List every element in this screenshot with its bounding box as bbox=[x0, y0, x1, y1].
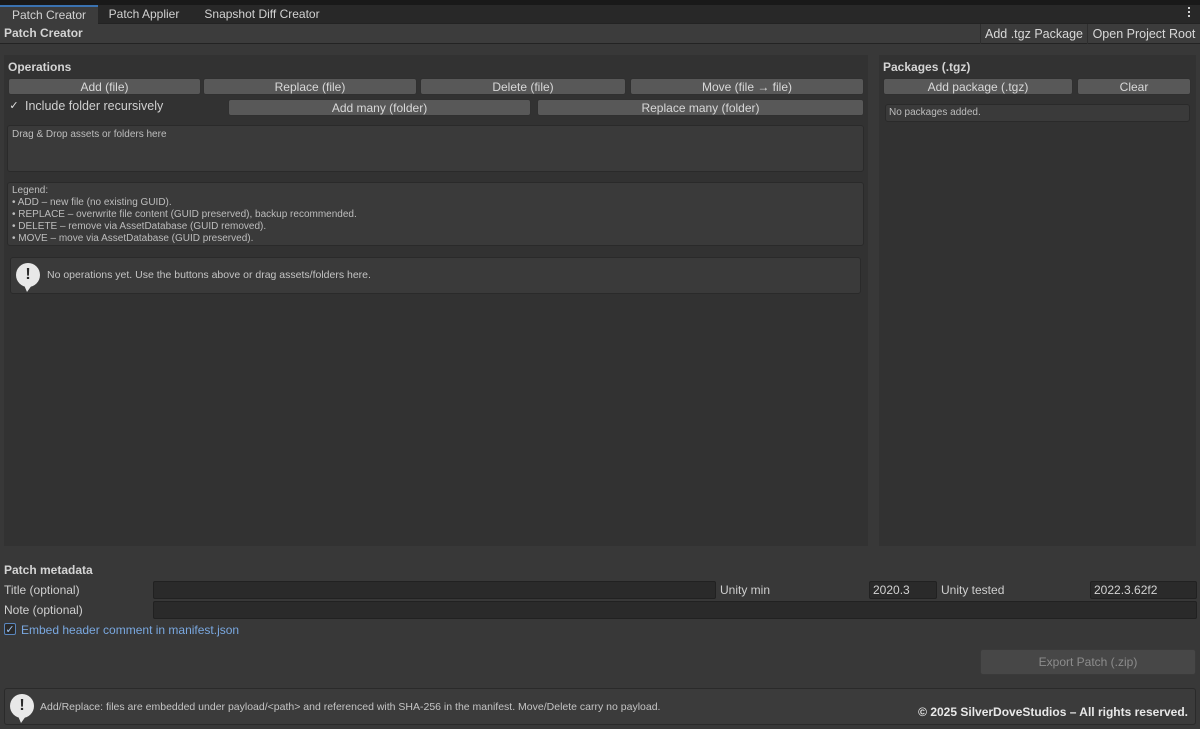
note-input[interactable] bbox=[153, 601, 1197, 619]
include-recursive-label: Include folder recursively bbox=[25, 99, 164, 113]
add-many-folder-button[interactable]: Add many (folder) bbox=[228, 99, 531, 116]
add-file-button[interactable]: Add (file) bbox=[8, 78, 201, 95]
packages-empty-message: No packages added. bbox=[889, 107, 981, 118]
empty-operations-helpbox: ! No operations yet. Use the buttons abo… bbox=[10, 257, 861, 294]
embed-header-label[interactable]: Embed header comment in manifest.json bbox=[21, 621, 239, 639]
tab-patch-creator[interactable]: Patch Creator bbox=[0, 5, 98, 24]
add-tgz-package-button[interactable]: Add .tgz Package bbox=[980, 24, 1087, 44]
tab-snapshot-diff-creator[interactable]: Snapshot Diff Creator bbox=[192, 5, 332, 24]
legend-line-add: • ADD – new file (no existing GUID). bbox=[12, 197, 172, 208]
delete-file-button[interactable]: Delete (file) bbox=[420, 78, 626, 95]
info-exclamation-icon: ! bbox=[10, 694, 34, 723]
include-recursive-checkbox[interactable]: ✓ bbox=[8, 100, 20, 112]
unity-min-label: Unity min bbox=[720, 583, 771, 597]
tab-patch-applier[interactable]: Patch Applier bbox=[98, 5, 190, 24]
title-input[interactable] bbox=[153, 581, 716, 599]
empty-operations-message: No operations yet. Use the buttons above… bbox=[47, 269, 371, 281]
open-project-root-button[interactable]: Open Project Root bbox=[1087, 24, 1200, 44]
dropzone-text: Drag & Drop assets or folders here bbox=[12, 129, 167, 140]
legend-title: Legend: bbox=[12, 185, 49, 196]
toolbar: Patch Creator Add .tgz Package Open Proj… bbox=[0, 24, 1200, 44]
operations-title: Operations bbox=[8, 60, 72, 74]
embed-header-checkbox[interactable]: ✓ bbox=[4, 623, 16, 636]
tab-bar: Patch Creator Patch Applier Snapshot Dif… bbox=[0, 5, 1200, 24]
move-file-button[interactable]: Move (file → file) bbox=[630, 78, 864, 95]
footer-info-text: Add/Replace: files are embedded under pa… bbox=[40, 701, 661, 713]
add-package-button[interactable]: Add package (.tgz) bbox=[883, 78, 1073, 95]
unity-min-input[interactable]: 2020.3 bbox=[869, 581, 937, 599]
clear-packages-button[interactable]: Clear bbox=[1077, 78, 1191, 95]
metadata-title: Patch metadata bbox=[4, 563, 93, 577]
footer-helpbox: ! Add/Replace: files are embedded under … bbox=[4, 688, 1196, 725]
note-label: Note (optional) bbox=[4, 603, 83, 617]
packages-list: No packages added. bbox=[885, 104, 1190, 122]
title-label: Title (optional) bbox=[4, 583, 80, 597]
copyright-text: © 2025 SilverDoveStudios – All rights re… bbox=[918, 705, 1188, 719]
legend-line-delete: • DELETE – remove via AssetDatabase (GUI… bbox=[12, 221, 267, 232]
packages-title: Packages (.tgz) bbox=[883, 60, 971, 74]
replace-many-folder-button[interactable]: Replace many (folder) bbox=[537, 99, 864, 116]
unity-tested-label: Unity tested bbox=[941, 583, 1005, 597]
more-options-icon[interactable] bbox=[1187, 7, 1191, 21]
unity-tested-input[interactable]: 2022.3.62f2 bbox=[1090, 581, 1197, 599]
export-patch-button[interactable]: Export Patch (.zip) bbox=[980, 649, 1196, 675]
legend-line-move: • MOVE – move via AssetDatabase (GUID pr… bbox=[12, 233, 254, 244]
page-title: Patch Creator bbox=[4, 26, 83, 40]
info-exclamation-icon: ! bbox=[16, 263, 40, 292]
drag-drop-zone[interactable]: Drag & Drop assets or folders here bbox=[7, 125, 864, 172]
legend-line-replace: • REPLACE – overwrite file content (GUID… bbox=[12, 209, 357, 220]
replace-file-button[interactable]: Replace (file) bbox=[203, 78, 417, 95]
legend-box: Legend: • ADD – new file (no existing GU… bbox=[7, 182, 864, 246]
operations-panel: Operations Add (file) Replace (file) Del… bbox=[4, 55, 868, 546]
packages-panel: Packages (.tgz) Add package (.tgz) Clear… bbox=[879, 55, 1196, 546]
